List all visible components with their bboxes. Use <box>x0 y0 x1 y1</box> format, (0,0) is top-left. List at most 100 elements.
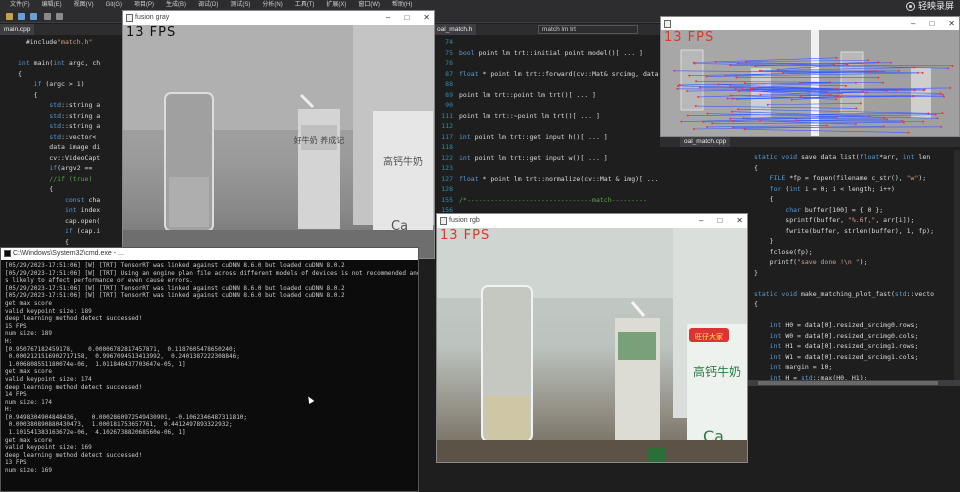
menu-item-7[interactable]: 测试(S) <box>224 0 256 10</box>
code-line[interactable]: int W1 = data[0].resized_srcimg1.cols; <box>754 352 919 363</box>
redo-icon[interactable] <box>56 13 63 20</box>
menu-item-3[interactable]: Git(G) <box>100 0 128 10</box>
code-line[interactable]: cap.open( <box>18 216 100 227</box>
keypoint <box>699 86 702 89</box>
code-line[interactable]: { <box>18 184 53 195</box>
keypoint <box>835 87 838 90</box>
code-line[interactable]: sprintf(buffer, "%.6f,", arr[i]); <box>754 215 914 226</box>
code-line[interactable]: fwrite(buffer, strlen(buffer), 1, fp); <box>754 226 934 237</box>
code-line[interactable]: int margin = 10; <box>754 362 833 373</box>
member-dropdown-value: match lm trt <box>542 26 576 33</box>
code-line[interactable]: static void save data list(float*arr, in… <box>754 152 930 163</box>
code-line[interactable]: if (argc > 1) <box>18 79 85 90</box>
maximize-button[interactable]: □ <box>404 11 409 25</box>
close-button[interactable]: ✕ <box>423 11 430 25</box>
code-line[interactable]: int H = std::max(H0, H1); <box>754 373 868 381</box>
menu-item-4[interactable]: 项目(P) <box>128 0 160 10</box>
maximize-button[interactable]: □ <box>929 17 934 31</box>
record-badge[interactable]: 轻映录屏 <box>905 0 954 12</box>
minimize-button[interactable]: – <box>911 17 915 31</box>
menu-item-1[interactable]: 编辑(E) <box>36 0 68 10</box>
code-line[interactable]: if(argv2 == <box>18 163 92 174</box>
code-line[interactable]: #include"match.h" <box>18 37 93 48</box>
code-line[interactable]: float * point lm trt::normalize(cv::Mat … <box>459 174 660 185</box>
save-icon[interactable] <box>18 13 25 20</box>
code-line[interactable]: std::string a <box>18 121 100 132</box>
code-line[interactable]: char buffer[100] = { 0 }; <box>754 205 883 216</box>
code-line[interactable]: { <box>18 90 38 101</box>
menu-item-12[interactable]: 帮助(H) <box>386 0 418 10</box>
code-line[interactable]: { <box>18 69 22 80</box>
code-line[interactable]: data image di <box>18 142 100 153</box>
left-code-editor[interactable]: #include"match.h" int main(int argc, ch{ … <box>0 35 125 247</box>
code-line[interactable]: { <box>754 194 774 205</box>
code-line[interactable]: int main(int argc, ch <box>18 58 100 69</box>
code-line[interactable]: //if (true) <box>18 174 92 185</box>
code-line[interactable]: int H0 = data[0].resized_srcimg0.rows; <box>754 320 919 331</box>
code-line[interactable]: if (cap.i <box>18 226 100 237</box>
code-line[interactable]: point lm trt::~point lm trt()[ ... ] <box>459 111 600 122</box>
code-line[interactable]: { <box>18 237 69 248</box>
fusion-rgb-title: fusion rgb <box>449 217 480 224</box>
code-line[interactable]: } <box>754 268 758 279</box>
keypoint <box>949 86 952 89</box>
tab-main-cpp[interactable]: main.cpp <box>0 24 35 35</box>
code-line[interactable]: bool point lm trt::initial point model()… <box>459 48 643 59</box>
code-line[interactable]: /*--------------------------------match-… <box>459 195 647 206</box>
menu-item-2[interactable]: 视图(V) <box>68 0 100 10</box>
fusion-gray-titlebar[interactable]: fusion gray – □ ✕ <box>123 11 434 25</box>
mid-code-editor[interactable]: 74 75 bool point lm trt::initial point mod… <box>433 35 660 230</box>
code-line[interactable]: std::string a <box>18 100 100 111</box>
window-fusion-gray[interactable]: fusion gray – □ ✕ 好牛奶 养成记 高钙牛奶 Ca 13 FPS <box>122 10 435 259</box>
tab-oal-match-cpp[interactable]: oal_match.cpp <box>680 136 731 147</box>
window-keypoint-matches[interactable]: – □ ✕ 13 FPS <box>660 16 960 137</box>
code-line[interactable]: point lm trt::point lm trt()[ ... ] <box>459 90 596 101</box>
right-carton-text: 高钙牛奶 <box>383 155 423 168</box>
close-button[interactable]: ✕ <box>948 17 955 31</box>
code-line[interactable]: printf("save done !\n "); <box>754 257 868 268</box>
line-number: 87 <box>445 69 453 78</box>
fusion-rgb-titlebar[interactable]: fusion rgb – □ ✕ <box>437 214 747 228</box>
menu-item-8[interactable]: 分析(N) <box>256 0 288 10</box>
horizontal-scrollbar[interactable] <box>748 380 960 386</box>
tab-oal-match-h[interactable]: oal_match.h <box>433 24 477 35</box>
window-fusion-rgb[interactable]: fusion rgb – □ ✕ 旺仔大家 高钙牛奶 Ca 13 FPS <box>436 213 748 463</box>
code-line[interactable]: static void make_matching_plot_fast(std:… <box>754 289 934 300</box>
code-line[interactable]: std::vector< <box>18 132 96 143</box>
save-all-icon[interactable] <box>30 13 37 20</box>
window-cmd[interactable]: C:\Windows\System32\cmd.exe - ... [05/29… <box>0 247 419 492</box>
code-line[interactable]: int index <box>18 205 100 216</box>
code-line[interactable]: { <box>754 163 758 174</box>
code-line[interactable]: FILE *fp = fopen(filename c_str(), "w"); <box>754 173 927 184</box>
close-button[interactable]: ✕ <box>736 214 743 228</box>
undo-icon[interactable] <box>44 13 51 20</box>
menu-item-11[interactable]: 窗口(W) <box>352 0 386 10</box>
menu-item-10[interactable]: 扩展(X) <box>320 0 352 10</box>
minimize-button[interactable]: – <box>699 214 703 228</box>
vertical-scrollbar[interactable] <box>954 150 960 380</box>
code-line[interactable]: int point lm trt::get input h()[ ... ] <box>459 132 608 143</box>
code-line[interactable]: int W0 = data[0].resized_srcimg0.cols; <box>754 331 919 342</box>
cmd-output[interactable]: [05/29/2023-17:51:06] [W] [TRT] TensorRT… <box>1 260 418 477</box>
code-line[interactable]: } <box>754 236 774 247</box>
maximize-button[interactable]: □ <box>717 214 722 228</box>
code-line[interactable]: const cha <box>18 195 100 206</box>
code-line[interactable]: for (int i = 0; i < length; i++) <box>754 184 895 195</box>
code-line[interactable]: { <box>754 299 758 310</box>
matches-titlebar[interactable]: – □ ✕ <box>661 17 959 30</box>
open-file-icon[interactable] <box>6 13 13 20</box>
code-line[interactable]: float * point lm trt::forward(cv::Mat& s… <box>459 69 659 80</box>
code-line[interactable]: std::string a <box>18 111 100 122</box>
menu-item-9[interactable]: 工具(T) <box>289 0 321 10</box>
menu-item-0[interactable]: 文件(F) <box>4 0 36 10</box>
menu-item-6[interactable]: 调试(D) <box>192 0 224 10</box>
right-code-editor[interactable]: static void save data list(float*arr, in… <box>748 150 960 380</box>
code-line[interactable]: int point lm trt::get input w()[ ... ] <box>459 153 608 164</box>
code-line[interactable]: cv::VideoCapt <box>18 153 100 164</box>
cmd-titlebar[interactable]: C:\Windows\System32\cmd.exe - ... <box>1 248 418 260</box>
code-line[interactable]: fclose(fp); <box>754 247 813 258</box>
member-dropdown[interactable]: match lm trt <box>538 25 638 34</box>
code-line[interactable]: int H1 = data[0].resized_srcimg1.rows; <box>754 341 919 352</box>
menu-item-5[interactable]: 生成(B) <box>160 0 192 10</box>
minimize-button[interactable]: – <box>386 11 390 25</box>
